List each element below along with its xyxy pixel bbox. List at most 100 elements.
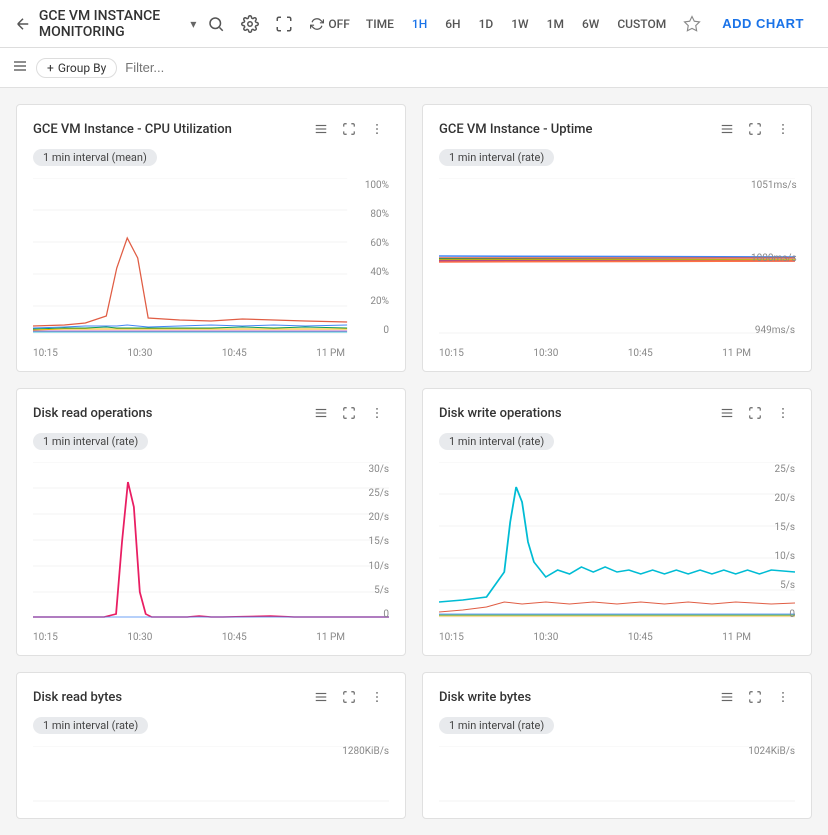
chart-header-uptime: GCE VM Instance - Uptime bbox=[439, 117, 795, 141]
interval-text-disk-write-bytes: 1 min interval (rate) bbox=[439, 717, 554, 734]
time-btn-1w[interactable]: 1W bbox=[503, 13, 536, 35]
chart-header-icons-disk-read-bytes bbox=[309, 685, 389, 709]
chart-header-cpu: GCE VM Instance - CPU Utilization bbox=[33, 117, 389, 141]
time-btn-1h[interactable]: 1H bbox=[404, 13, 435, 35]
chart-list-icon-disk-write-bytes[interactable] bbox=[715, 685, 739, 709]
interval-badge-cpu: 1 min interval (mean) bbox=[33, 149, 389, 166]
chart-more-icon-cpu[interactable] bbox=[365, 117, 389, 141]
refresh-button[interactable]: OFF bbox=[304, 8, 356, 40]
filter-input[interactable] bbox=[125, 60, 816, 75]
chart-header-disk-read-bytes: Disk read bytes bbox=[33, 685, 389, 709]
interval-badge-disk-write-bytes: 1 min interval (rate) bbox=[439, 717, 795, 734]
chart-list-icon-disk-read-bytes[interactable] bbox=[309, 685, 333, 709]
chart-more-icon-uptime[interactable] bbox=[771, 117, 795, 141]
chart-area-disk-write-bytes: 1024KiB/s bbox=[439, 746, 795, 806]
chart-more-icon-disk-read-bytes[interactable] bbox=[365, 685, 389, 709]
filter-bar: + Group By bbox=[0, 48, 828, 88]
favorite-button[interactable] bbox=[676, 8, 708, 40]
chart-header-icons-disk-write-bytes bbox=[715, 685, 795, 709]
chart-list-icon-cpu[interactable] bbox=[309, 117, 333, 141]
x-labels-disk-write-ops: 10:15 10:30 10:45 11 PM bbox=[439, 632, 795, 643]
chart-header-icons-uptime bbox=[715, 117, 795, 141]
chart-svg-uptime bbox=[439, 178, 795, 338]
group-by-button[interactable]: + Group By bbox=[36, 58, 117, 78]
settings-button[interactable] bbox=[234, 8, 266, 40]
chart-list-icon-disk-read-ops[interactable] bbox=[309, 401, 333, 425]
chart-area-disk-write-ops: 25/s 20/s 15/s 10/s 5/s 0 bbox=[439, 462, 795, 622]
chart-card-disk-write-ops: Disk write operations 1 min interval (ra… bbox=[422, 388, 812, 656]
chart-more-icon-disk-write-ops[interactable] bbox=[771, 401, 795, 425]
interval-badge-disk-read-ops: 1 min interval (rate) bbox=[33, 433, 389, 450]
chart-more-icon-disk-read-ops[interactable] bbox=[365, 401, 389, 425]
toolbar-icons bbox=[200, 8, 300, 40]
group-by-label: Group By bbox=[58, 61, 106, 75]
chart-more-icon-disk-write-bytes[interactable] bbox=[771, 685, 795, 709]
chart-header-disk-read-ops: Disk read operations bbox=[33, 401, 389, 425]
interval-text-disk-read-bytes: 1 min interval (rate) bbox=[33, 717, 148, 734]
chart-header-icons-cpu bbox=[309, 117, 389, 141]
x-labels-cpu: 10:15 10:30 10:45 11 PM bbox=[33, 348, 389, 359]
chart-header-icons-disk-read-ops bbox=[309, 401, 389, 425]
interval-badge-disk-write-ops: 1 min interval (rate) bbox=[439, 433, 795, 450]
chart-list-icon-disk-write-ops[interactable] bbox=[715, 401, 739, 425]
chart-card-uptime: GCE VM Instance - Uptime 1 min interval … bbox=[422, 104, 812, 372]
time-btn-1m[interactable]: 1M bbox=[539, 13, 572, 35]
chart-title-cpu: GCE VM Instance - CPU Utilization bbox=[33, 122, 232, 137]
interval-badge-uptime: 1 min interval (rate) bbox=[439, 149, 795, 166]
toolbar: GCE VM INSTANCE MONITORING ▾ bbox=[0, 0, 828, 48]
chart-title-uptime: GCE VM Instance - Uptime bbox=[439, 122, 592, 137]
dropdown-icon[interactable]: ▾ bbox=[190, 17, 196, 31]
chart-area-disk-read-ops: 30/s 25/s 20/s 15/s 10/s 5/s 0 bbox=[33, 462, 389, 622]
dashboard-title-text: GCE VM INSTANCE MONITORING bbox=[39, 8, 187, 40]
dashboard-title[interactable]: GCE VM INSTANCE MONITORING ▾ bbox=[39, 8, 197, 40]
y-labels-disk-read-ops: 30/s 25/s 20/s 15/s 10/s 5/s 0 bbox=[345, 462, 389, 622]
chart-card-disk-read-ops: Disk read operations 1 min interval (rat… bbox=[16, 388, 406, 656]
chart-title-disk-write-ops: Disk write operations bbox=[439, 406, 562, 421]
chart-title-disk-read-bytes: Disk read bytes bbox=[33, 690, 122, 705]
chart-area-cpu: 100% 80% 60% 40% 20% 0 bbox=[33, 178, 389, 338]
chart-expand-icon-disk-write-ops[interactable] bbox=[743, 401, 767, 425]
y-label-disk-write-bytes: 1024KiB/s bbox=[748, 746, 795, 757]
menu-icon[interactable] bbox=[12, 58, 28, 78]
fullscreen-button[interactable] bbox=[268, 8, 300, 40]
chart-header-icons-disk-write-ops bbox=[715, 401, 795, 425]
refresh-label: OFF bbox=[328, 17, 350, 31]
chart-svg-cpu bbox=[33, 178, 389, 338]
chart-card-cpu: GCE VM Instance - CPU Utilization 1 min … bbox=[16, 104, 406, 372]
group-by-plus: + bbox=[47, 61, 54, 75]
time-btn-custom[interactable]: CUSTOM bbox=[609, 13, 674, 35]
y-labels-cpu: 100% 80% 60% 40% 20% 0 bbox=[345, 178, 389, 338]
chart-card-disk-read-bytes: Disk read bytes 1 min interval (rate) 12… bbox=[16, 672, 406, 819]
search-button[interactable] bbox=[200, 8, 232, 40]
interval-badge-disk-read-bytes: 1 min interval (rate) bbox=[33, 717, 389, 734]
chart-svg-disk-write-ops bbox=[439, 462, 795, 622]
chart-expand-icon-uptime[interactable] bbox=[743, 117, 767, 141]
interval-text-disk-write-ops: 1 min interval (rate) bbox=[439, 433, 554, 450]
x-labels-disk-read-ops: 10:15 10:30 10:45 11 PM bbox=[33, 632, 389, 643]
toolbar-left: GCE VM INSTANCE MONITORING ▾ bbox=[12, 8, 196, 40]
time-btn-time[interactable]: TIME bbox=[358, 13, 402, 35]
y-labels-disk-write-ops: 25/s 20/s 15/s 10/s 5/s 0 bbox=[751, 462, 795, 622]
y-label-disk-read-bytes: 1280KiB/s bbox=[342, 746, 389, 757]
chart-title-disk-write-bytes: Disk write bytes bbox=[439, 690, 531, 705]
y-labels-uptime: 1051ms/s 1000ms/s 949ms/s bbox=[751, 178, 795, 338]
chart-title-disk-read-ops: Disk read operations bbox=[33, 406, 152, 421]
chart-list-icon-uptime[interactable] bbox=[715, 117, 739, 141]
interval-text-cpu: 1 min interval (mean) bbox=[33, 149, 157, 166]
chart-header-disk-write-ops: Disk write operations bbox=[439, 401, 795, 425]
time-btn-6w[interactable]: 6W bbox=[574, 13, 607, 35]
chart-expand-icon-disk-write-bytes[interactable] bbox=[743, 685, 767, 709]
interval-text-uptime: 1 min interval (rate) bbox=[439, 149, 554, 166]
back-button[interactable] bbox=[12, 8, 35, 40]
chart-header-disk-write-bytes: Disk write bytes bbox=[439, 685, 795, 709]
time-btn-1d[interactable]: 1D bbox=[471, 13, 502, 35]
chart-expand-icon-disk-read-ops[interactable] bbox=[337, 401, 361, 425]
interval-text-disk-read-ops: 1 min interval (rate) bbox=[33, 433, 148, 450]
chart-expand-icon-cpu[interactable] bbox=[337, 117, 361, 141]
chart-expand-icon-disk-read-bytes[interactable] bbox=[337, 685, 361, 709]
dashboard: GCE VM Instance - CPU Utilization 1 min … bbox=[0, 88, 828, 835]
chart-area-disk-read-bytes: 1280KiB/s bbox=[33, 746, 389, 806]
chart-card-disk-write-bytes: Disk write bytes 1 min interval (rate) 1… bbox=[422, 672, 812, 819]
time-btn-6h[interactable]: 6H bbox=[437, 13, 468, 35]
add-chart-button[interactable]: ADD CHART bbox=[710, 10, 816, 37]
